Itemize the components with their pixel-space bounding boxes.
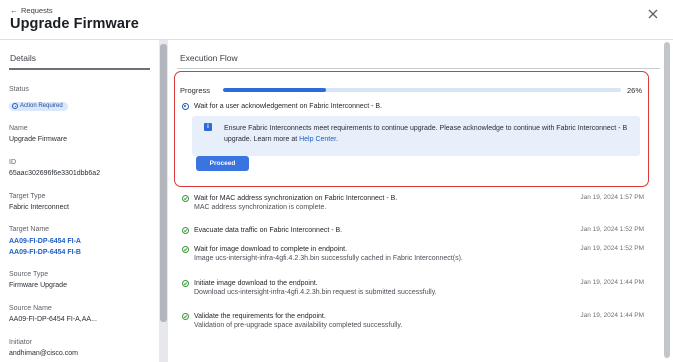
step-title: Wait for image download to complete in e…	[194, 246, 348, 253]
step-title: Initiate image download to the endpoint.	[194, 280, 318, 287]
field-value: Fabric Interconnect	[9, 204, 69, 211]
step-mac-sync: Wait for MAC address synchronization on …	[182, 194, 660, 212]
check-circle-icon	[182, 246, 189, 253]
field-value: Upgrade Firmware	[9, 136, 67, 143]
page-title: Upgrade Firmware	[10, 16, 139, 32]
step-description: Image ucs-intersight-infra-4gfi.4.2.3h.b…	[194, 255, 463, 262]
check-circle-icon	[182, 280, 189, 287]
field-value: AA09-FI-DP-6454 FI-A,AA...	[9, 316, 97, 323]
step-evacuate-traffic: Evacuate data traffic on Fabric Intercon…	[182, 226, 660, 235]
step-description: MAC address synchronization is complete.	[194, 204, 327, 211]
field-status: Status Action Required	[9, 86, 154, 114]
radio-dot-icon	[182, 103, 189, 110]
execution-divider	[177, 68, 660, 69]
help-center-link[interactable]: Help Center	[299, 136, 336, 143]
field-target-name: Target Name AA09-FI-DP-6454 FI-A AA09-FI…	[9, 226, 154, 258]
execution-heading: Execution Flow	[180, 53, 238, 63]
details-heading: Details	[10, 53, 36, 63]
check-circle-icon	[182, 195, 189, 202]
progress-label: Progress	[180, 86, 211, 95]
step-description: Validation of pre-upgrade space availabi…	[194, 322, 403, 329]
page-header: ← Requests Upgrade Firmware	[0, 0, 673, 40]
info-square-icon: i	[204, 123, 212, 131]
step-validate-requirements: Validate the requirements for the endpoi…	[182, 312, 660, 330]
step-timestamp: Jan 19, 2024 1:44 PM	[580, 279, 644, 286]
progress-bar-fill	[223, 88, 327, 92]
arrow-left-icon: ←	[10, 5, 18, 15]
details-scrollbar[interactable]	[159, 40, 168, 362]
close-button[interactable]	[646, 7, 660, 21]
field-label: ID	[9, 159, 16, 166]
field-label: Initiator	[9, 339, 32, 346]
field-id: ID 65aac302696f6e3301dbb6a2	[9, 159, 154, 179]
execution-panel: Execution Flow Progress 26% Wait for a u…	[168, 40, 673, 362]
field-label: Source Type	[9, 271, 49, 278]
field-label: Target Name	[9, 226, 50, 233]
field-label: Target Type	[9, 193, 46, 200]
proceed-button[interactable]: Proceed	[196, 156, 249, 171]
step-title: Evacuate data traffic on Fabric Intercon…	[194, 227, 343, 234]
field-value: Firmware Upgrade	[9, 282, 67, 289]
field-source-name: Source Name AA09-FI-DP-6454 FI-A,AA...	[9, 305, 154, 325]
step-image-download-complete: Wait for image download to complete in e…	[182, 245, 660, 263]
execution-scrollbar-thumb[interactable]	[664, 42, 670, 358]
step-timestamp: Jan 19, 2024 1:52 PM	[580, 226, 644, 233]
step-timestamp: Jan 19, 2024 1:57 PM	[580, 194, 644, 201]
execution-scrollbar[interactable]	[663, 40, 671, 362]
details-scrollbar-thumb[interactable]	[160, 44, 167, 322]
step-title: Wait for MAC address synchronization on …	[194, 195, 398, 202]
step-title: Validate the requirements for the endpoi…	[194, 313, 326, 320]
target-link-fi-b[interactable]: AA09-FI-DP-6454 FI-B	[9, 247, 154, 258]
step-timestamp: Jan 19, 2024 1:52 PM	[580, 245, 644, 252]
info-circle-icon	[12, 103, 18, 109]
details-panel: Details Status Action Required Name Upgr…	[0, 40, 158, 362]
info-banner: i Ensure Fabric Interconnects meet requi…	[192, 116, 640, 156]
field-target-type: Target Type Fabric Interconnect	[9, 193, 154, 213]
active-step-title: Wait for a user acknowledgement on Fabri…	[194, 103, 383, 110]
step-initiate-download: Initiate image download to the endpoint.…	[182, 279, 660, 297]
info-message-tail: .	[336, 136, 339, 143]
field-label: Status	[9, 86, 29, 93]
progress-percent: 26%	[626, 86, 642, 95]
step-description: Download ucs-intersight-infra-4gfi.4.2.3…	[194, 289, 437, 296]
check-circle-icon	[182, 227, 189, 234]
status-badge: Action Required	[9, 101, 68, 111]
progress-bar	[223, 88, 621, 92]
active-step: Wait for a user acknowledgement on Fabri…	[182, 103, 382, 110]
target-link-fi-a[interactable]: AA09-FI-DP-6454 FI-A	[9, 236, 154, 247]
back-to-requests-link[interactable]: ← Requests	[10, 6, 53, 15]
status-badge-text: Action Required	[20, 103, 63, 109]
field-label: Name	[9, 125, 28, 132]
field-value: 65aac302696f6e3301dbb6a2	[9, 170, 101, 177]
check-circle-icon	[182, 313, 189, 320]
close-icon	[648, 9, 658, 19]
field-label: Source Name	[9, 305, 52, 312]
info-banner-text: Ensure Fabric Interconnects meet require…	[224, 123, 634, 145]
field-source-type: Source Type Firmware Upgrade	[9, 271, 154, 291]
field-initiator: Initiator andhiman@cisco.com	[9, 339, 154, 359]
field-value: andhiman@cisco.com	[9, 350, 78, 357]
field-name: Name Upgrade Firmware	[9, 125, 154, 145]
back-link-label: Requests	[21, 6, 53, 15]
step-timestamp: Jan 19, 2024 1:44 PM	[580, 312, 644, 319]
details-tab-underline	[9, 68, 150, 70]
info-message: Ensure Fabric Interconnects meet require…	[224, 125, 628, 143]
